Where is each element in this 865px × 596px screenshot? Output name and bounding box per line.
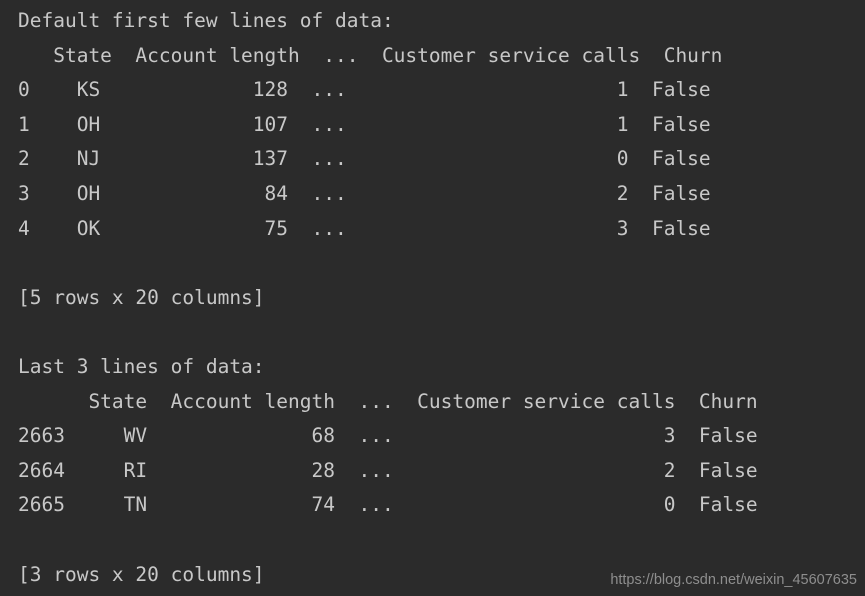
first-table-header-row: State Account length ... Customer servic… — [18, 43, 723, 67]
table-row: 2663 WV 68 ... 3 False — [18, 424, 758, 448]
last-section-shape-summary: [3 rows x 20 columns] — [18, 562, 265, 586]
table-row: 0 KS 128 ... 1 False — [18, 78, 711, 102]
table-row: 1 OH 107 ... 1 False — [18, 112, 711, 136]
last-table-header-row: State Account length ... Customer servic… — [18, 389, 758, 413]
last-section-caption: Last 3 lines of data: — [18, 354, 265, 378]
console-output-panel[interactable]: Default first few lines of data: State A… — [0, 0, 865, 596]
table-row: 2665 TN 74 ... 0 False — [18, 493, 758, 517]
first-section-caption: Default first few lines of data: — [18, 9, 394, 32]
table-row: 4 OK 75 ... 3 False — [18, 216, 711, 240]
first-section-shape-summary: [5 rows x 20 columns] — [18, 285, 265, 309]
table-row: 3 OH 84 ... 2 False — [18, 181, 711, 205]
table-row: 2664 RI 28 ... 2 False — [18, 458, 758, 482]
table-row: 2 NJ 137 ... 0 False — [18, 147, 711, 171]
